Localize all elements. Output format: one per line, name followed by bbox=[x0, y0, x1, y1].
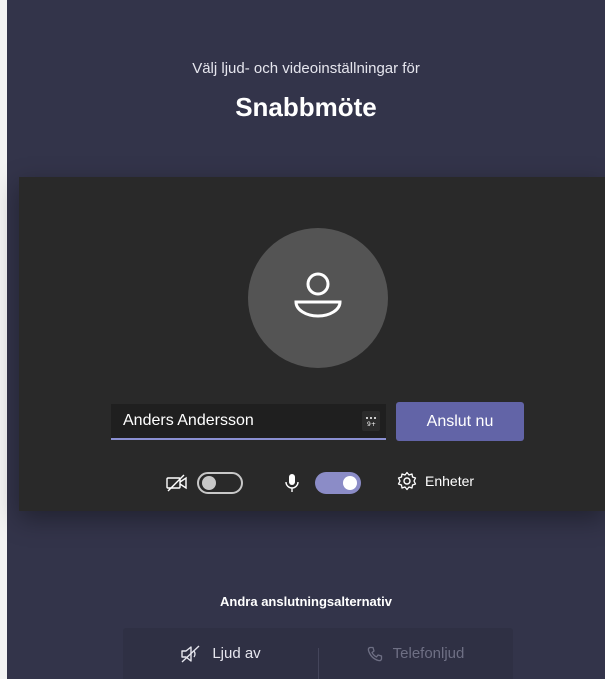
other-join-options-title: Andra anslutningsalternativ bbox=[220, 594, 392, 609]
devices-label: Enheter bbox=[425, 473, 475, 489]
emoji-button[interactable]: 9+ bbox=[362, 411, 380, 431]
video-preview: 9+ Anslut nu bbox=[19, 177, 605, 511]
devices-button[interactable]: Enheter bbox=[397, 471, 474, 491]
phone-audio-label: Telefonljud bbox=[392, 645, 465, 662]
microphone-toggle-knob bbox=[343, 476, 357, 490]
window-edge bbox=[0, 0, 7, 679]
camera-toggle-knob bbox=[202, 476, 216, 490]
emoji-icon: 9+ bbox=[366, 417, 376, 428]
person-icon bbox=[294, 272, 342, 318]
settings-subtitle: Välj ljud- och videoinställningar för bbox=[192, 60, 420, 77]
camera-off-icon[interactable] bbox=[166, 474, 188, 497]
prejoin-screen: Välj ljud- och videoinställningar för Sn… bbox=[7, 0, 605, 679]
gear-icon bbox=[397, 471, 417, 491]
microphone-toggle[interactable] bbox=[315, 472, 361, 494]
microphone-icon[interactable] bbox=[284, 473, 300, 498]
device-controls: Enheter bbox=[19, 467, 605, 501]
audio-off-label: Ljud av bbox=[212, 645, 261, 662]
avatar bbox=[248, 228, 388, 368]
svg-text:9+: 9+ bbox=[367, 421, 376, 428]
name-input[interactable] bbox=[111, 404, 375, 438]
speaker-off-icon bbox=[181, 644, 200, 663]
audio-off-option[interactable]: Ljud av bbox=[123, 628, 318, 679]
camera-toggle[interactable] bbox=[197, 472, 243, 494]
other-join-options: Ljud av Telefonljud bbox=[123, 628, 513, 679]
meeting-title: Snabbmöte bbox=[235, 92, 377, 122]
join-now-button[interactable]: Anslut nu bbox=[396, 402, 524, 441]
name-field[interactable]: 9+ bbox=[111, 404, 386, 440]
phone-audio-option[interactable]: Telefonljud bbox=[318, 628, 513, 679]
phone-icon bbox=[367, 646, 382, 661]
